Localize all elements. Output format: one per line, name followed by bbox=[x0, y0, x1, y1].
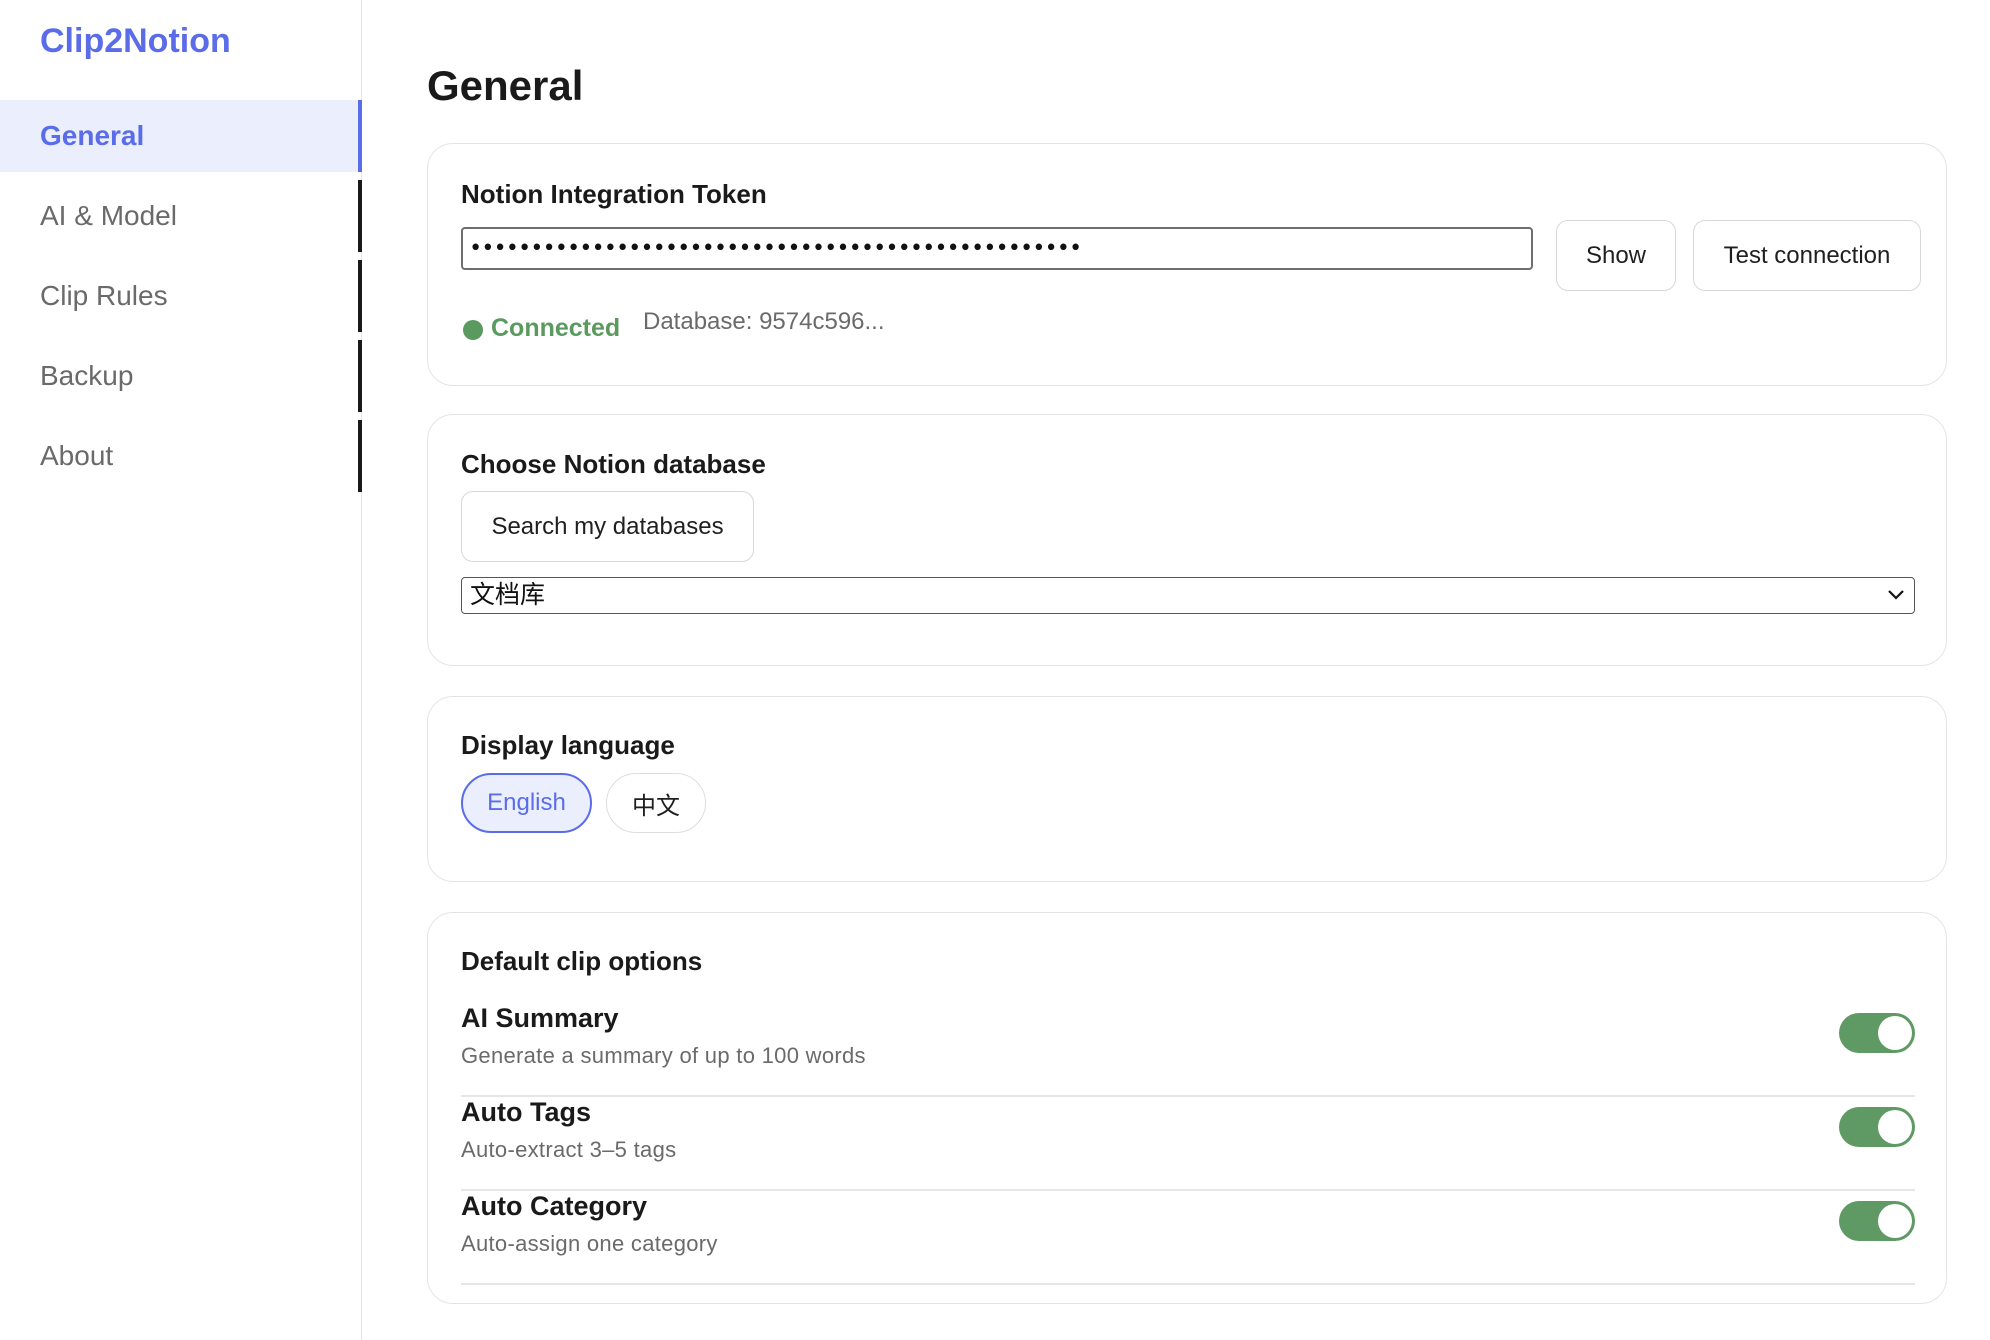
status-dot-icon bbox=[463, 320, 483, 340]
sidebar-item-label: Clip Rules bbox=[40, 280, 168, 311]
ai-summary-toggle[interactable] bbox=[1839, 1013, 1915, 1053]
toggle-knob bbox=[1878, 1204, 1912, 1238]
option-row-auto-tags: Auto Tags Auto-extract 3–5 tags bbox=[461, 1097, 1915, 1191]
database-select[interactable]: 文档库 bbox=[461, 577, 1915, 614]
sidebar-nav: General AI & Model Clip Rules Backup Abo… bbox=[0, 100, 362, 500]
option-title: Auto Tags bbox=[461, 1097, 591, 1127]
token-card: Notion Integration Token •••••••••••••••… bbox=[427, 143, 1947, 386]
option-description: Auto-assign one category bbox=[461, 1231, 718, 1256]
toggle-knob bbox=[1878, 1016, 1912, 1050]
toggle-knob bbox=[1878, 1110, 1912, 1144]
sidebar-item-divider bbox=[358, 260, 362, 332]
language-card-title: Display language bbox=[461, 730, 675, 760]
connection-status: Connected bbox=[491, 314, 621, 342]
database-card: Choose Notion database Search my databas… bbox=[427, 414, 1947, 666]
sidebar-item-label: Backup bbox=[40, 360, 134, 391]
page-title: General bbox=[427, 62, 584, 109]
option-title: AI Summary bbox=[461, 1003, 619, 1033]
show-token-button[interactable]: Show bbox=[1556, 220, 1676, 291]
sidebar-item-ai-model[interactable]: AI & Model bbox=[0, 180, 362, 252]
sidebar-item-backup[interactable]: Backup bbox=[0, 340, 362, 412]
token-card-title: Notion Integration Token bbox=[461, 179, 767, 209]
option-description: Generate a summary of up to 100 words bbox=[461, 1043, 866, 1068]
sidebar: Clip2Notion General AI & Model Clip Rule… bbox=[0, 0, 362, 1340]
sidebar-item-about[interactable]: About bbox=[0, 420, 362, 492]
sidebar-item-divider bbox=[358, 340, 362, 412]
option-row-auto-category: Auto Category Auto-assign one category bbox=[461, 1191, 1915, 1285]
sidebar-item-divider bbox=[358, 420, 362, 492]
option-description: Auto-extract 3–5 tags bbox=[461, 1137, 677, 1162]
language-card: Display language English 中文 bbox=[427, 696, 1947, 882]
clip-options-card: Default clip options AI Summary Generate… bbox=[427, 912, 1947, 1304]
sidebar-item-label: About bbox=[40, 440, 114, 471]
search-databases-button[interactable]: Search my databases bbox=[461, 491, 754, 562]
database-select-value: 文档库 bbox=[470, 581, 546, 609]
active-indicator bbox=[358, 100, 362, 172]
sidebar-item-general[interactable]: General bbox=[0, 100, 362, 172]
test-connection-button[interactable]: Test connection bbox=[1693, 220, 1921, 291]
token-input[interactable]: ••••••••••••••••••••••••••••••••••••••••… bbox=[461, 227, 1533, 270]
language-option-chinese[interactable]: 中文 bbox=[606, 773, 706, 833]
brand-logo: Clip2Notion bbox=[40, 22, 231, 60]
auto-category-toggle[interactable] bbox=[1839, 1201, 1915, 1241]
sidebar-item-label: General bbox=[40, 120, 145, 151]
sidebar-item-clip-rules[interactable]: Clip Rules bbox=[0, 260, 362, 332]
clip-options-title: Default clip options bbox=[461, 946, 703, 976]
database-card-title: Choose Notion database bbox=[461, 449, 766, 479]
settings-app: Clip2Notion General AI & Model Clip Rule… bbox=[0, 0, 1990, 1340]
chevron-down-icon bbox=[1886, 578, 1906, 623]
sidebar-item-label: AI & Model bbox=[40, 200, 177, 231]
auto-tags-toggle[interactable] bbox=[1839, 1107, 1915, 1147]
language-option-english[interactable]: English bbox=[461, 773, 592, 833]
sidebar-item-divider bbox=[358, 180, 362, 252]
option-title: Auto Category bbox=[461, 1191, 648, 1221]
database-id: Database: 9574c596... bbox=[643, 308, 885, 335]
option-row-ai-summary: AI Summary Generate a summary of up to 1… bbox=[461, 1003, 1915, 1097]
